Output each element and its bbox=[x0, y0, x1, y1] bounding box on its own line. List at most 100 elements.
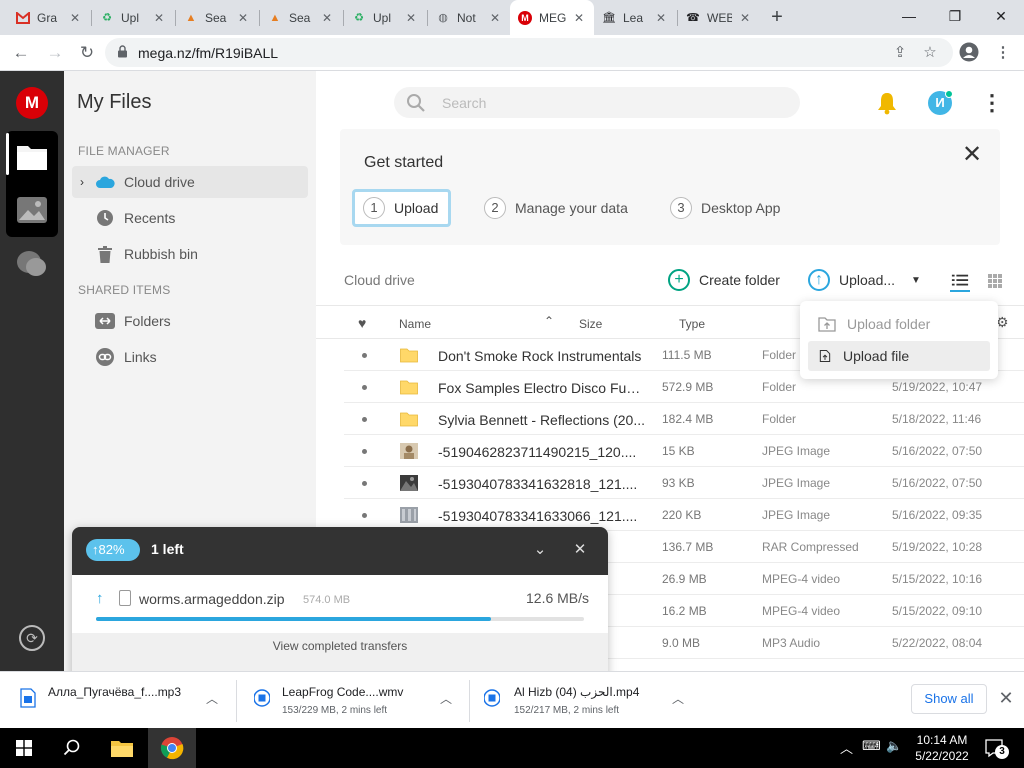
favourite-heart-icon[interactable]: ♥ bbox=[358, 315, 366, 331]
step-manage-data[interactable]: 2 Manage your data bbox=[484, 189, 628, 227]
volume-icon[interactable]: 🔈 bbox=[886, 738, 902, 754]
photos-icon[interactable] bbox=[16, 195, 48, 225]
close-tab-icon[interactable]: ✕ bbox=[152, 11, 166, 25]
chevron-up-icon[interactable]: ︿ bbox=[440, 690, 452, 707]
view-completed-transfers-link[interactable]: View completed transfers bbox=[72, 639, 608, 653]
chrome-menu-icon[interactable]: ⋮ bbox=[992, 42, 1014, 64]
column-size[interactable]: Size bbox=[579, 317, 602, 331]
browser-tab[interactable]: ♻ Upl ✕ bbox=[344, 4, 426, 32]
sidebar-item-recents[interactable]: Recents bbox=[72, 202, 308, 234]
file-explorer-icon[interactable] bbox=[98, 728, 146, 768]
browser-tab[interactable]: ♻ Upl ✕ bbox=[92, 4, 174, 32]
minimize-icon[interactable]: — bbox=[888, 2, 930, 30]
sync-icon[interactable]: ⟳ bbox=[19, 625, 45, 651]
search-icon[interactable] bbox=[48, 728, 96, 768]
close-tab-icon[interactable]: ✕ bbox=[738, 11, 752, 25]
chevron-up-icon[interactable]: ︿ bbox=[672, 690, 684, 707]
close-tab-icon[interactable]: ✕ bbox=[68, 11, 82, 25]
reload-icon[interactable]: ↻ bbox=[74, 40, 100, 66]
row-size: 572.9 MB bbox=[662, 380, 714, 394]
browser-tab[interactable]: ◍ Not ✕ bbox=[428, 4, 510, 32]
browser-tab-active[interactable]: M MEG ✕ bbox=[510, 0, 594, 35]
system-clock[interactable]: 10:14 AM 5/22/2022 bbox=[910, 732, 974, 764]
browser-tab[interactable]: ☎ WEB ма ✕ bbox=[678, 4, 760, 32]
close-tab-icon[interactable]: ✕ bbox=[236, 11, 250, 25]
step-desktop-app[interactable]: 3 Desktop App bbox=[670, 189, 780, 227]
globe-icon: ◍ bbox=[438, 12, 448, 24]
close-icon[interactable]: ✕ bbox=[960, 143, 984, 167]
grid-view-icon[interactable] bbox=[988, 274, 1002, 288]
image-thumbnail-icon bbox=[400, 507, 418, 523]
table-row[interactable]: -5193040783341632818_121.... 93 KB JPEG Im… bbox=[344, 467, 1024, 499]
more-menu-icon[interactable]: ⋮ bbox=[980, 89, 1004, 117]
profile-icon[interactable] bbox=[958, 42, 980, 64]
close-shelf-icon[interactable]: ✕ bbox=[996, 688, 1016, 708]
breadcrumb[interactable]: Cloud drive bbox=[344, 272, 415, 288]
close-tab-icon[interactable]: ✕ bbox=[320, 11, 334, 25]
sort-asc-icon[interactable]: ⌃ bbox=[544, 314, 554, 328]
column-name[interactable]: Name bbox=[399, 317, 431, 331]
browser-tab[interactable]: 🏛 Lea ✕ bbox=[594, 4, 676, 32]
forward-icon[interactable]: → bbox=[42, 40, 68, 66]
transfers-header[interactable]: ↑82% 1 left ⌄ ✕ bbox=[72, 527, 608, 575]
browser-tab[interactable]: ▲ Sea ✕ bbox=[176, 4, 258, 32]
video-file-icon bbox=[484, 689, 500, 707]
table-row[interactable]: -5190462823711490215_120.... 15 KB JPEG Im… bbox=[344, 435, 1024, 467]
row-date: 5/18/2022, 11:46 bbox=[892, 412, 982, 426]
mega-logo[interactable]: M bbox=[16, 87, 48, 119]
address-bar[interactable]: mega.nz/fm/R19iBALL ⇪ ☆ bbox=[105, 38, 953, 67]
sidebar-item-links[interactable]: Links bbox=[72, 341, 308, 373]
back-icon[interactable]: ← bbox=[8, 40, 34, 66]
folder-icon bbox=[400, 379, 418, 395]
share-icon[interactable]: ⇪ bbox=[889, 42, 911, 64]
sidebar-item-rubbish-bin[interactable]: Rubbish bin bbox=[72, 238, 308, 270]
sidebar-item-folders[interactable]: Folders bbox=[72, 305, 308, 337]
chevron-up-icon[interactable]: ︿ bbox=[206, 690, 218, 707]
close-tab-icon[interactable]: ✕ bbox=[654, 11, 668, 25]
new-tab-button[interactable]: + bbox=[764, 4, 790, 30]
upload-folder-menu-item[interactable]: Upload folder bbox=[808, 309, 990, 339]
row-bullet bbox=[362, 385, 367, 390]
chat-icon[interactable] bbox=[16, 249, 48, 279]
search-icon bbox=[407, 94, 425, 112]
column-type[interactable]: Type bbox=[679, 317, 705, 331]
close-transfers-icon[interactable]: ✕ bbox=[570, 540, 590, 560]
windows-start-icon[interactable] bbox=[0, 728, 48, 768]
chevron-right-icon[interactable]: › bbox=[72, 175, 92, 189]
restore-icon[interactable]: ❐ bbox=[934, 2, 976, 30]
bell-icon[interactable] bbox=[876, 91, 898, 115]
list-view-icon[interactable] bbox=[950, 272, 970, 292]
show-all-downloads-button[interactable]: Show all bbox=[911, 684, 987, 714]
browser-tab[interactable]: Gra ✕ bbox=[8, 4, 90, 32]
close-tab-icon[interactable]: ✕ bbox=[404, 11, 418, 25]
upload-file-icon bbox=[819, 350, 831, 362]
create-folder-button[interactable]: + Create folder bbox=[668, 268, 780, 292]
row-size: 182.4 MB bbox=[662, 412, 714, 426]
mega-icon: M bbox=[518, 10, 532, 25]
close-window-icon[interactable]: ✕ bbox=[980, 2, 1022, 30]
browser-tab[interactable]: ▲ Sea ✕ bbox=[260, 4, 342, 32]
network-icon[interactable]: ⌨ bbox=[862, 738, 881, 754]
folder-icon[interactable] bbox=[16, 142, 48, 172]
collapse-chevron-icon[interactable]: ⌄ bbox=[530, 540, 550, 560]
search-input[interactable] bbox=[394, 87, 800, 118]
row-date: 5/15/2022, 09:10 bbox=[892, 604, 983, 618]
upload-button[interactable]: ↑ Upload... ▼ bbox=[808, 268, 921, 292]
row-name: -5193040783341632818_121.... bbox=[438, 476, 638, 492]
tray-expand-chevron-icon[interactable]: ︿ bbox=[840, 738, 853, 757]
chrome-icon[interactable] bbox=[148, 728, 196, 768]
bookmark-star-icon[interactable]: ☆ bbox=[919, 42, 941, 64]
clock-icon bbox=[92, 209, 118, 227]
upload-arrow-icon: ↑ bbox=[96, 590, 104, 607]
download-item[interactable]: LeapFrog Code....wmv 153/229 MB, 2 mins … bbox=[254, 678, 454, 723]
download-item[interactable]: Алла_Пугачёва_f....mp3 ︿ bbox=[20, 678, 220, 723]
table-row[interactable]: Sylvia Bennett - Reflections (20... 182.4… bbox=[344, 403, 1024, 435]
upload-file-menu-item[interactable]: Upload file bbox=[808, 341, 990, 371]
close-tab-icon[interactable]: ✕ bbox=[572, 11, 586, 25]
step-upload[interactable]: 1 Upload bbox=[352, 189, 452, 227]
transfer-percent-badge: ↑82% bbox=[86, 539, 140, 561]
close-tab-icon[interactable]: ✕ bbox=[488, 11, 502, 25]
download-item[interactable]: Al Hizb (04) الحزب.mp4 152/217 MB, 2 min… bbox=[484, 678, 684, 723]
folder-icon bbox=[400, 347, 418, 363]
sidebar-item-cloud-drive[interactable]: › Cloud drive bbox=[72, 166, 308, 198]
